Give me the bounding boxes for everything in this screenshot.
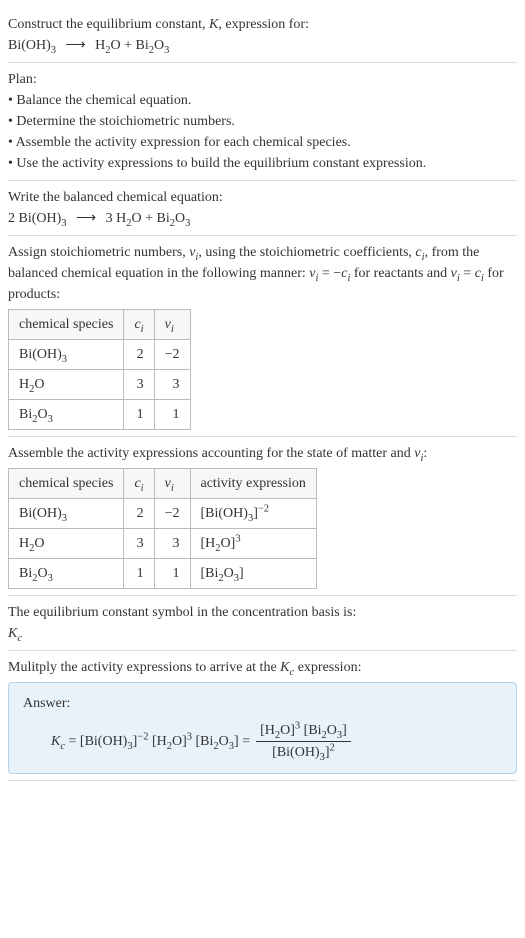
cell-activity: [Bi(OH)3]−2 (190, 499, 316, 529)
stoich-table: chemical species ci νi Bi(OH)3 2 −2 H2O … (8, 309, 191, 430)
balanced-section: Write the balanced chemical equation: 2 … (8, 181, 517, 236)
title-text: Construct the equilibrium constant, K, e… (8, 14, 517, 35)
col-species: chemical species (9, 469, 124, 499)
table-header-row: chemical species ci νi (9, 310, 191, 340)
activity-section: Assemble the activity expressions accoun… (8, 437, 517, 596)
cell-activity: [H2O]3 (190, 529, 316, 559)
k-symbol: K (209, 17, 218, 32)
cell-species: Bi2O3 (9, 400, 124, 430)
fraction-denominator: [Bi(OH)3]2 (256, 742, 351, 763)
cell-species: Bi2O3 (9, 559, 124, 589)
cell-ci: 2 (124, 340, 154, 370)
cell-ci: 2 (124, 499, 154, 529)
stoich-section: Assign stoichiometric numbers, νi, using… (8, 236, 517, 437)
cell-nui: −2 (154, 340, 190, 370)
fraction-numerator: [H2O]3 [Bi2O3] (256, 720, 351, 742)
cell-species: H2O (9, 370, 124, 400)
title-section: Construct the equilibrium constant, K, e… (8, 8, 517, 63)
arrow-icon: ⟶ (76, 208, 96, 229)
table-header-row: chemical species ci νi activity expressi… (9, 469, 317, 499)
cell-nui: 3 (154, 529, 190, 559)
col-activity: activity expression (190, 469, 316, 499)
col-ci: ci (124, 310, 154, 340)
col-species: chemical species (9, 310, 124, 340)
plan-section: Plan: • Balance the chemical equation. •… (8, 63, 517, 181)
plan-item: • Determine the stoichiometric numbers. (8, 111, 517, 132)
cell-activity: [Bi2O3] (190, 559, 316, 589)
cell-ci: 1 (124, 559, 154, 589)
cell-species: H2O (9, 529, 124, 559)
activity-table: chemical species ci νi activity expressi… (8, 468, 317, 589)
table-row: H2O 3 3 [H2O]3 (9, 529, 317, 559)
answer-box: Answer: Kc = [Bi(OH)3]−2 [H2O]3 [Bi2O3] … (8, 682, 517, 774)
table-row: H2O 3 3 (9, 370, 191, 400)
multiply-text: Mulitply the activity expressions to arr… (8, 657, 517, 678)
stoich-text: Assign stoichiometric numbers, νi, using… (8, 242, 517, 305)
cell-ci: 3 (124, 370, 154, 400)
plan-item: • Balance the chemical equation. (8, 90, 517, 111)
title-suffix: , expression for: (218, 17, 309, 32)
kc-symbol-text: The equilibrium constant symbol in the c… (8, 602, 517, 623)
plan-heading: Plan: (8, 69, 517, 90)
plan-item: • Assemble the activity expression for e… (8, 132, 517, 153)
answer-expression: Kc = [Bi(OH)3]−2 [H2O]3 [Bi2O3] = [H2O]3… (23, 720, 502, 763)
col-ci: ci (124, 469, 154, 499)
multiply-section: Mulitply the activity expressions to arr… (8, 651, 517, 781)
table-row: Bi(OH)3 2 −2 (9, 340, 191, 370)
cell-species: Bi(OH)3 (9, 340, 124, 370)
answer-lhs: Kc = [Bi(OH)3]−2 [H2O]3 [Bi2O3] = (51, 731, 250, 752)
answer-fraction: [H2O]3 [Bi2O3] [Bi(OH)3]2 (256, 720, 351, 763)
unbalanced-equation: Bi(OH)3 ⟶ H2O + Bi2O3 (8, 35, 517, 56)
answer-label: Answer: (23, 693, 502, 714)
arrow-icon: ⟶ (66, 35, 86, 56)
balanced-equation: 2 Bi(OH)3 ⟶ 3 H2O + Bi2O3 (8, 208, 517, 229)
cell-nui: −2 (154, 499, 190, 529)
balanced-heading: Write the balanced chemical equation: (8, 187, 517, 208)
col-nui: νi (154, 469, 190, 499)
title-prefix: Construct the equilibrium constant, (8, 17, 209, 32)
cell-nui: 1 (154, 400, 190, 430)
cell-ci: 1 (124, 400, 154, 430)
table-row: Bi2O3 1 1 [Bi2O3] (9, 559, 317, 589)
activity-heading: Assemble the activity expressions accoun… (8, 443, 517, 464)
cell-nui: 3 (154, 370, 190, 400)
table-row: Bi(OH)3 2 −2 [Bi(OH)3]−2 (9, 499, 317, 529)
kc-symbol: Kc (8, 623, 517, 644)
table-row: Bi2O3 1 1 (9, 400, 191, 430)
cell-nui: 1 (154, 559, 190, 589)
col-nui: νi (154, 310, 190, 340)
cell-species: Bi(OH)3 (9, 499, 124, 529)
kc-symbol-section: The equilibrium constant symbol in the c… (8, 596, 517, 651)
cell-ci: 3 (124, 529, 154, 559)
plan-item: • Use the activity expressions to build … (8, 153, 517, 174)
